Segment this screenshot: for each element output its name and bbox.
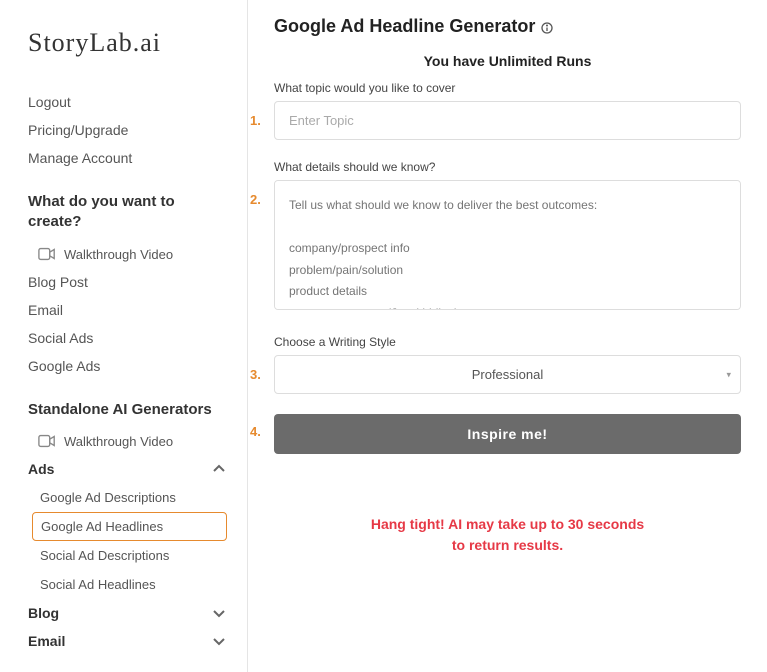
standalone-section-heading: Standalone AI Generators bbox=[28, 400, 227, 420]
video-icon bbox=[38, 247, 56, 261]
step-2-number: 2. bbox=[250, 192, 261, 207]
info-icon[interactable] bbox=[541, 21, 553, 33]
video-icon bbox=[38, 434, 56, 448]
sidebar: StoryLab.ai Logout Pricing/Upgrade Manag… bbox=[0, 0, 248, 672]
style-select[interactable]: Professional bbox=[274, 355, 741, 394]
topic-label: What topic would you like to cover bbox=[274, 81, 741, 95]
sub-item-social-ad-headlines[interactable]: Social Ad Headlines bbox=[38, 570, 227, 599]
field-topic: 1. What topic would you like to cover bbox=[274, 81, 741, 140]
category-blog-label: Blog bbox=[28, 605, 59, 621]
details-label: What details should we know? bbox=[274, 160, 741, 174]
walkthrough-label: Walkthrough Video bbox=[64, 434, 173, 449]
category-blog[interactable]: Blog bbox=[28, 599, 227, 627]
field-details: 2. What details should we know? bbox=[274, 160, 741, 315]
step-1-number: 1. bbox=[250, 113, 261, 128]
runs-banner: You have Unlimited Runs bbox=[274, 53, 741, 69]
logout-link[interactable]: Logout bbox=[28, 88, 227, 116]
page-title: Google Ad Headline Generator bbox=[274, 16, 535, 37]
sub-item-social-ad-descriptions[interactable]: Social Ad Descriptions bbox=[38, 541, 227, 570]
ads-sublist: Google Ad Descriptions Google Ad Headlin… bbox=[28, 483, 227, 599]
sub-item-google-ad-descriptions[interactable]: Google Ad Descriptions bbox=[38, 483, 227, 512]
account-links: Logout Pricing/Upgrade Manage Account bbox=[28, 88, 227, 172]
main-content: Google Ad Headline Generator You have Un… bbox=[248, 0, 767, 672]
field-style: 3. Choose a Writing Style Professional ▾ bbox=[274, 335, 741, 394]
pricing-link[interactable]: Pricing/Upgrade bbox=[28, 116, 227, 144]
app-container: StoryLab.ai Logout Pricing/Upgrade Manag… bbox=[0, 0, 767, 672]
sidebar-item-google-ads[interactable]: Google Ads bbox=[28, 352, 227, 380]
wait-message: Hang tight! AI may take up to 30 seconds… bbox=[274, 514, 741, 556]
manage-account-link[interactable]: Manage Account bbox=[28, 144, 227, 172]
topic-input[interactable] bbox=[274, 101, 741, 140]
walkthrough-video-standalone[interactable]: Walkthrough Video bbox=[28, 428, 227, 455]
step-3-number: 3. bbox=[250, 367, 261, 382]
sidebar-item-email[interactable]: Email bbox=[28, 296, 227, 324]
category-ads[interactable]: Ads bbox=[28, 455, 227, 483]
chevron-down-icon bbox=[211, 633, 227, 649]
sidebar-item-blog-post[interactable]: Blog Post bbox=[28, 268, 227, 296]
chevron-down-icon bbox=[211, 605, 227, 621]
style-select-wrap: Professional ▾ bbox=[274, 355, 741, 394]
sub-item-google-ad-headlines[interactable]: Google Ad Headlines bbox=[32, 512, 227, 541]
field-submit: 4. Inspire me! bbox=[274, 414, 741, 454]
walkthrough-label: Walkthrough Video bbox=[64, 247, 173, 262]
inspire-button[interactable]: Inspire me! bbox=[274, 414, 741, 454]
brand-logo[interactable]: StoryLab.ai bbox=[28, 28, 227, 58]
sidebar-item-social-ads[interactable]: Social Ads bbox=[28, 324, 227, 352]
walkthrough-video-create[interactable]: Walkthrough Video bbox=[28, 241, 227, 268]
details-textarea[interactable] bbox=[274, 180, 741, 310]
style-label: Choose a Writing Style bbox=[274, 335, 741, 349]
category-email-label: Email bbox=[28, 633, 65, 649]
create-section-heading: What do you want to create? bbox=[28, 192, 227, 233]
category-ads-label: Ads bbox=[28, 461, 54, 477]
page-title-row: Google Ad Headline Generator bbox=[274, 16, 741, 37]
category-email[interactable]: Email bbox=[28, 627, 227, 655]
step-4-number: 4. bbox=[250, 424, 261, 439]
chevron-up-icon bbox=[211, 461, 227, 477]
